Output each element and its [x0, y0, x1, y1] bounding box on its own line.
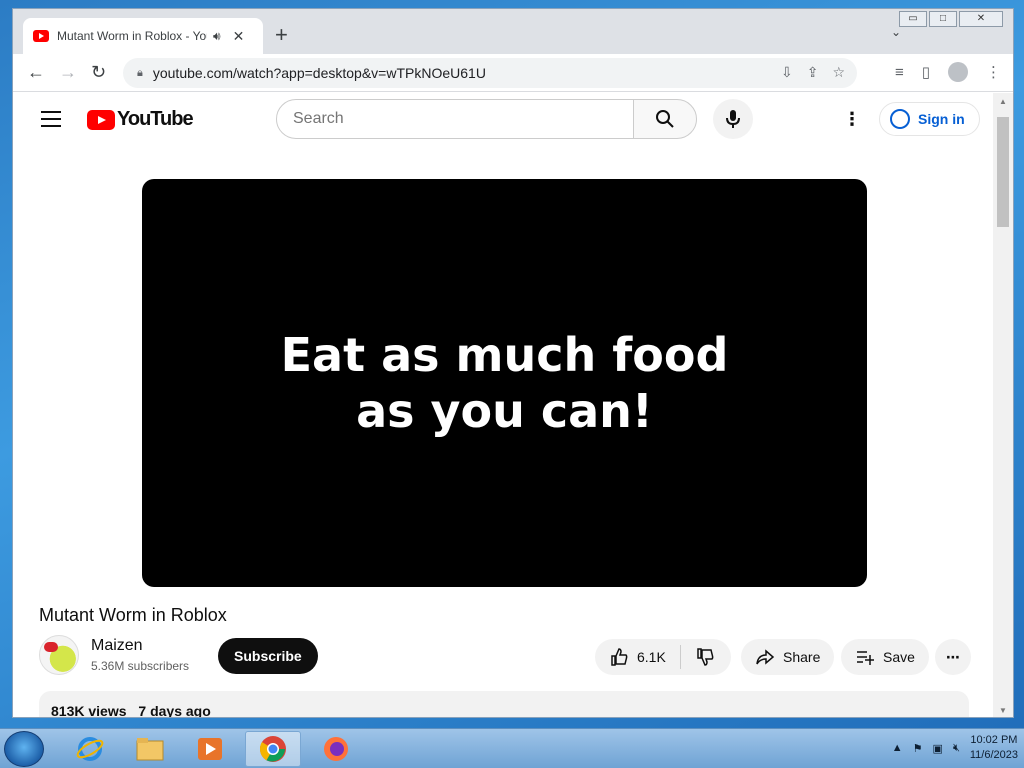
chevron-down-icon[interactable]: ⌄: [891, 25, 901, 39]
mic-icon: [726, 110, 740, 128]
search-box[interactable]: [276, 99, 634, 139]
clock-date: 11/6/2023: [969, 749, 1018, 761]
side-panel-icon[interactable]: ▯: [922, 63, 930, 81]
forward-arrow-icon[interactable]: →: [59, 62, 77, 82]
scrollbar-thumb[interactable]: [997, 117, 1009, 227]
file-explorer-icon[interactable]: [122, 731, 178, 767]
share-icon: [756, 649, 775, 665]
maximize-button[interactable]: □: [929, 11, 957, 27]
back-arrow-icon[interactable]: ←: [27, 62, 45, 82]
show-hidden-icons-icon[interactable]: ▲: [892, 742, 903, 754]
sign-in-label: Sign in: [918, 111, 965, 127]
voice-search-button[interactable]: [713, 99, 753, 139]
network-icon[interactable]: ▣: [933, 742, 943, 755]
channel-meta: Maizen 5.36M subscribers: [91, 637, 189, 673]
youtube-header: YouTube ⋮ Sign in: [13, 93, 993, 149]
profile-avatar-icon[interactable]: [948, 62, 968, 82]
clock[interactable]: 10:02 PM 11/6/2023: [970, 733, 1018, 763]
like-dislike-group: 6.1K: [595, 639, 731, 675]
logo-text: YouTube: [117, 108, 194, 130]
chrome-icon[interactable]: [245, 731, 301, 767]
url-text[interactable]: youtube.com/watch?app=desktop&v=wTPkNOeU…: [153, 65, 486, 81]
tab-close-icon[interactable]: ✕: [233, 28, 245, 45]
save-label: Save: [883, 649, 915, 665]
page-scrollbar[interactable]: ▲ ▼: [993, 93, 1013, 717]
install-app-icon[interactable]: ⇩: [781, 64, 793, 81]
scroll-down-icon[interactable]: ▼: [999, 706, 1007, 715]
bookmark-star-icon[interactable]: ☆: [832, 64, 845, 81]
media-player-icon[interactable]: [182, 731, 238, 767]
omnibox-actions: ⇩ ⇪ ☆: [781, 64, 845, 81]
like-button[interactable]: 6.1K: [595, 645, 681, 669]
dislike-button[interactable]: [681, 647, 729, 667]
person-icon: [890, 109, 910, 129]
volume-muted-icon[interactable]: 🔇︎: [953, 742, 960, 755]
more-actions-button[interactable]: ⋯: [935, 639, 971, 675]
minimize-button[interactable]: ▭: [899, 11, 927, 27]
subscribe-button[interactable]: Subscribe: [218, 638, 318, 674]
share-button[interactable]: Share: [741, 639, 835, 675]
search-icon: [656, 110, 674, 128]
youtube-play-icon: [87, 109, 115, 130]
chrome-menu-icon[interactable]: ⋮: [986, 63, 1001, 81]
upload-date: 7 days ago: [138, 703, 211, 718]
address-bar[interactable]: 🔒︎ youtube.com/watch?app=desktop&v=wTPkN…: [123, 58, 857, 88]
thumbs-down-icon: [697, 648, 714, 666]
new-tab-button[interactable]: +: [275, 23, 288, 47]
thumbs-up-icon: [611, 648, 628, 666]
channel-name[interactable]: Maizen: [91, 637, 189, 655]
close-window-button[interactable]: ✕: [959, 11, 1003, 27]
system-tray: ▲ ⚑ ▣ 🔇︎ 10:02 PM 11/6/2023: [892, 733, 1018, 763]
speaker-icon[interactable]: 🔊︎: [213, 29, 221, 44]
tab-youtube[interactable]: Mutant Worm in Roblox - YouTube 🔊︎ ✕: [23, 18, 263, 54]
video-title: Mutant Worm in Roblox: [39, 605, 227, 625]
subscriber-count: 5.36M subscribers: [91, 659, 190, 673]
video-caption: Eat as much food as you can!: [280, 328, 729, 438]
tab-title: Mutant Worm in Roblox - YouTube: [57, 29, 207, 43]
browser-window: Mutant Worm in Roblox - YouTube 🔊︎ ✕ + ⌄…: [12, 8, 1014, 718]
share-page-icon[interactable]: ⇪: [807, 64, 819, 81]
youtube-favicon-icon: [33, 30, 49, 42]
search-button[interactable]: [633, 99, 697, 139]
playlist-add-icon: [857, 651, 874, 665]
window-controls: ▭ □ ✕: [899, 11, 1003, 27]
kebab-icon[interactable]: ⋮: [843, 109, 861, 130]
channel-info: Maizen 5.36M subscribers: [39, 635, 189, 675]
ellipsis-icon: ⋯: [946, 648, 960, 665]
browser-toolbar: ← → ↻ 🔒︎ youtube.com/watch?app=desktop&v…: [13, 54, 1013, 92]
sign-in-button[interactable]: Sign in: [879, 102, 980, 136]
clock-time: 10:02 PM: [970, 734, 1018, 746]
share-label: Share: [783, 649, 821, 665]
start-button[interactable]: [4, 731, 44, 767]
scroll-up-icon[interactable]: ▲: [999, 97, 1007, 106]
taskbar: ▲ ⚑ ▣ 🔇︎ 10:02 PM 11/6/2023: [0, 728, 1024, 768]
media-control-icon[interactable]: ≡: [895, 64, 904, 81]
reload-icon[interactable]: ↻: [91, 62, 106, 82]
action-center-icon[interactable]: ⚑: [913, 742, 923, 755]
menu-icon[interactable]: [41, 111, 61, 132]
tab-strip: Mutant Worm in Roblox - YouTube 🔊︎ ✕ + ⌄…: [13, 9, 1013, 54]
toolbar-right: ≡ ▯ ⋮: [895, 62, 1001, 82]
video-player[interactable]: Eat as much food as you can!: [142, 179, 867, 587]
channel-avatar[interactable]: [39, 635, 79, 675]
save-button[interactable]: Save: [841, 639, 929, 675]
view-count: 813K views: [51, 703, 127, 718]
page-content: YouTube ⋮ Sign in Eat as much food as yo…: [13, 93, 993, 718]
like-count: 6.1K: [637, 649, 666, 665]
search-input[interactable]: [293, 110, 633, 128]
lock-icon: 🔒︎: [137, 66, 143, 79]
internet-explorer-icon[interactable]: [62, 731, 118, 767]
description-box[interactable]: 813K views 7 days ago: [39, 691, 969, 718]
firefox-icon[interactable]: [308, 731, 364, 767]
youtube-logo[interactable]: YouTube: [87, 108, 194, 131]
